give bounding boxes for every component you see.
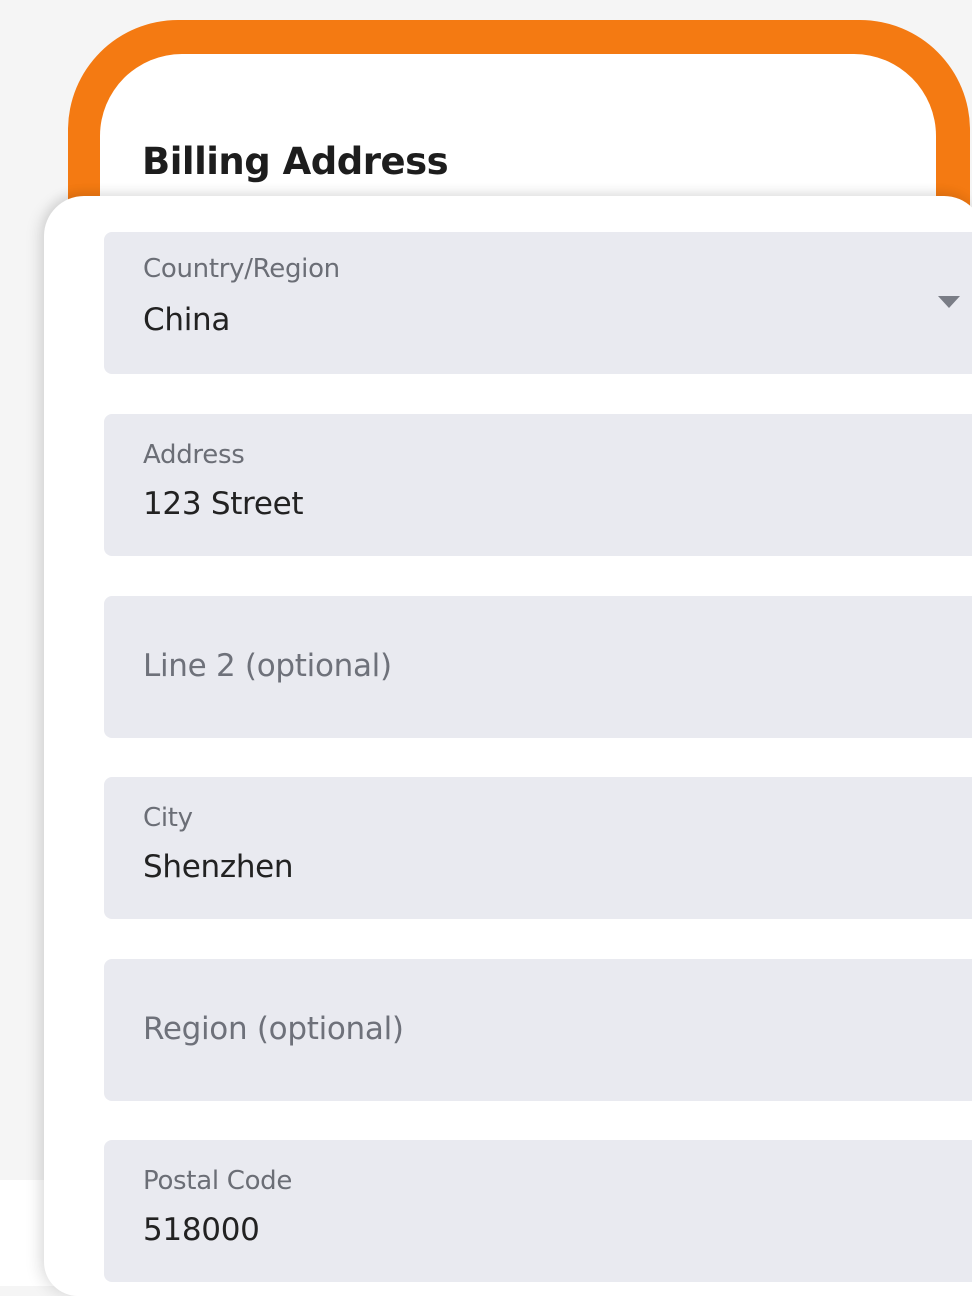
address-line2-placeholder: Line 2 (optional) [143,648,392,684]
billing-address-title: Billing Address [142,140,449,183]
postal-code-label: Postal Code [143,1166,293,1196]
address-label: Address [143,440,245,470]
region-field[interactable]: Region (optional) [104,959,972,1101]
country-region-value: China [143,302,231,338]
caret-down-icon[interactable] [938,296,960,308]
billing-form-card: Country/Region China Address 123 Street … [44,196,972,1296]
city-value: Shenzhen [143,849,294,885]
city-label: City [143,803,193,833]
country-region-label: Country/Region [143,254,340,284]
postal-code-field[interactable]: Postal Code 518000 [104,1140,972,1282]
region-placeholder: Region (optional) [143,1011,404,1047]
address-line2-field[interactable]: Line 2 (optional) [104,596,972,738]
country-region-select[interactable]: Country/Region China [104,232,972,374]
address-value: 123 Street [143,486,304,522]
postal-code-value: 518000 [143,1212,260,1248]
city-field[interactable]: City Shenzhen [104,777,972,919]
address-field[interactable]: Address 123 Street [104,414,972,556]
